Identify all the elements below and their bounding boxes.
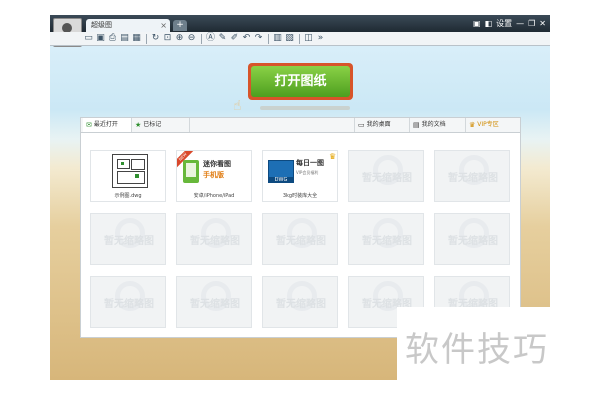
restore-button[interactable]: ❐ [528, 19, 535, 29]
tab-documents-label: 我的文档 [421, 121, 446, 128]
text-icon[interactable]: Ⓐ [205, 33, 216, 44]
file-tab-title: 超级图 [91, 21, 112, 29]
empty-thumbnail: 暂无缩略图 [348, 213, 424, 265]
star-icon: ★ [135, 121, 142, 129]
tab-vip[interactable]: ♛ VIP专区 [466, 118, 520, 132]
file-tab[interactable]: 超级图 × [86, 19, 170, 32]
toolbar-divider [201, 33, 202, 44]
toolbar: ▭ ▣ ⎙ ▤ ▦ ↻ ⊡ ⊕ ⊖ Ⓐ ✎ ✐ ↶ ↷ ▥ ▧ ◫ » [50, 32, 550, 46]
promo-subtitle: 手机版 [203, 171, 224, 179]
tab-documents[interactable]: ▤ 我的文档 [410, 118, 466, 132]
open-drawing-highlight: 打开图纸 [248, 63, 353, 100]
files-panel: ✉ 最近打开 ★ 已标记 ▭ 我的桌面 ▤ 我的文档 ♛ VIP专区 示例图.d… [80, 117, 521, 338]
settings-button[interactable]: 设置 [496, 19, 512, 29]
toolbar-divider [146, 33, 147, 44]
tab-desktop-label: 我的桌面 [366, 121, 391, 128]
document-icon: ▤ [413, 121, 420, 129]
account-icon[interactable]: ◧ [485, 19, 493, 29]
dwg-label: DWG [268, 177, 294, 183]
floor-plan-thumbnail [112, 154, 148, 188]
layout-icon[interactable]: ▥ [272, 33, 283, 44]
empty-thumbnail: 暂无缩略图 [262, 276, 338, 328]
print-icon[interactable]: ⎙ [107, 33, 118, 44]
vip-badge-icon: ♛ [469, 121, 476, 129]
tab-marked[interactable]: ★ 已标记 [132, 118, 190, 132]
zoom-in-icon[interactable]: ⊕ [174, 33, 185, 44]
daily-title: 每日一图 [296, 159, 324, 167]
open-hint-bar [260, 106, 350, 110]
undo-icon[interactable]: ↶ [241, 33, 252, 44]
save-as-icon[interactable]: ▤ [119, 33, 130, 44]
daily-drawing-promo[interactable]: DWG ♛ 每日一图 VIP会员福利 3kg时装库大全 [262, 150, 338, 202]
annotate-icon[interactable]: ✐ [229, 33, 240, 44]
window-controls: ▣ ◧ 设置 — ❐ ✕ [473, 18, 546, 29]
phone-app-icon [183, 160, 199, 183]
tab-recent[interactable]: ✉ 最近打开 [83, 118, 132, 132]
empty-thumbnail: 暂无缩略图 [434, 150, 510, 202]
desktop-icon: ▭ [358, 121, 365, 129]
zoom-extents-icon[interactable]: ⊡ [162, 33, 173, 44]
file-caption: 示例图.dwg [114, 193, 142, 199]
tab-recent-label: 最近打开 [93, 121, 118, 128]
empty-thumbnail: 暂无缩略图 [262, 213, 338, 265]
redo-icon[interactable]: ↷ [253, 33, 264, 44]
export-icon[interactable]: ▦ [131, 33, 142, 44]
measure-icon[interactable]: ◫ [303, 33, 314, 44]
new-tab-button[interactable]: + [173, 20, 187, 31]
layers-icon[interactable]: ▧ [284, 33, 295, 44]
recent-file-thumbnail[interactable]: 示例图.dwg [90, 150, 166, 202]
empty-thumbnail: 暂无缩略图 [90, 213, 166, 265]
daily-subtitle: VIP会员福利 [296, 170, 319, 175]
minimize-button[interactable]: — [516, 19, 524, 29]
daily-caption: 3kg时装库大全 [282, 193, 318, 199]
save-icon[interactable]: ▣ [95, 33, 106, 44]
pointer-hand-icon: ☝ [233, 98, 242, 114]
tab-vip-label: VIP专区 [477, 121, 499, 128]
trophy-icon: ♛ [329, 152, 337, 161]
expand-icon[interactable]: » [315, 33, 326, 44]
close-window-button[interactable]: ✕ [539, 19, 546, 29]
title-bar: 超级图 × + ▣ ◧ 设置 — ❐ ✕ [50, 15, 550, 32]
watermark-text: 软件技巧 [405, 330, 549, 370]
empty-thumbnail: 暂无缩略图 [90, 276, 166, 328]
mobile-app-promo[interactable]: NEW 迷你看图 手机版 安卓/iPhone/iPad [176, 150, 252, 202]
open-icon[interactable]: ▭ [83, 33, 94, 44]
promo-caption: 安卓/iPhone/iPad [193, 193, 235, 199]
zoom-out-icon[interactable]: ⊖ [186, 33, 197, 44]
skin-icon[interactable]: ▣ [473, 19, 481, 29]
pencil-icon[interactable]: ✎ [217, 33, 228, 44]
toolbar-divider [268, 33, 269, 44]
tab-marked-label: 已标记 [143, 121, 162, 128]
open-drawing-button[interactable]: 打开图纸 [251, 66, 350, 97]
close-tab-icon[interactable]: × [160, 19, 167, 32]
empty-thumbnail: 暂无缩略图 [434, 213, 510, 265]
promo-title: 迷你看图 [203, 160, 231, 168]
empty-thumbnail: 暂无缩略图 [348, 150, 424, 202]
empty-thumbnail: 暂无缩略图 [176, 276, 252, 328]
toolbar-divider [299, 33, 300, 44]
envelope-icon: ✉ [86, 121, 92, 129]
tab-desktop[interactable]: ▭ 我的桌面 [354, 118, 410, 132]
rotate-icon[interactable]: ↻ [150, 33, 161, 44]
panel-tabs: ✉ 最近打开 ★ 已标记 ▭ 我的桌面 ▤ 我的文档 ♛ VIP专区 [81, 118, 520, 133]
empty-thumbnail: 暂无缩略图 [176, 213, 252, 265]
